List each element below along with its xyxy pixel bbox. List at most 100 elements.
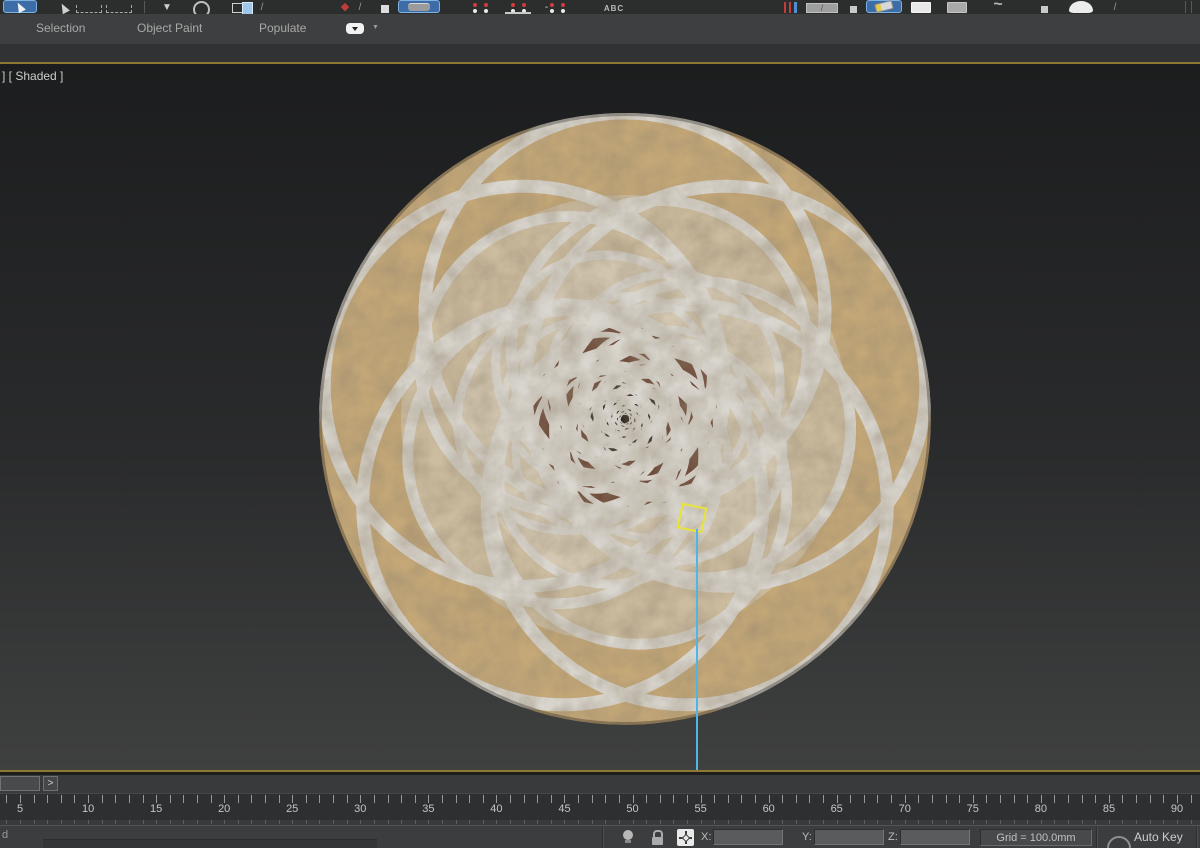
flyout-slash-b-icon[interactable]: /: [356, 0, 364, 14]
ribbon-minimize-button[interactable]: [346, 23, 364, 34]
tab-selection[interactable]: Selection: [36, 21, 85, 35]
ruler-tick: [632, 795, 634, 803]
named-selection-sets-icon[interactable]: ABC: [598, 0, 630, 14]
ruler-tick: [60, 795, 62, 803]
listener-prompt-button[interactable]: >: [43, 776, 58, 791]
ruler-tick: [809, 795, 811, 803]
ruler-tick: [265, 795, 266, 803]
selection-marker: [676, 502, 708, 534]
ruler-lower-tick: [755, 820, 756, 824]
auto-key-button[interactable]: Auto Key: [1134, 830, 1183, 844]
ruler-lower-tick: [945, 820, 947, 824]
main-toolbar: ▼ / ◆ / - ABC / ~ /: [0, 0, 1200, 14]
ruler-lower-tick: [741, 820, 743, 824]
ruler-tick: [33, 795, 35, 803]
ruler-tick: [169, 795, 171, 803]
ruler-tick: [523, 795, 525, 803]
ruler-lower-tick: [1027, 820, 1029, 824]
ruler-lower-tick: [156, 820, 158, 824]
ruler-tick: [537, 795, 539, 803]
ruler-tick: [1190, 795, 1192, 803]
selection-lock-icon[interactable]: [652, 830, 664, 845]
ruler-lower-tick: [877, 820, 879, 824]
percent-snap-toggle-icon[interactable]: -: [538, 0, 572, 14]
absolute-transform-icon[interactable]: [677, 829, 694, 846]
chevron-down-icon[interactable]: ▼: [372, 24, 379, 31]
grid-size-display: Grid = 100.0mm: [980, 829, 1092, 846]
time-ruler[interactable]: 5 10 15 20 25 30 35 40 45 50 55 60 65 70 75 80 85 90: [0, 793, 1200, 820]
status-bar: d X: Y: Z: Grid = 100.0mm Auto Key: [0, 825, 1200, 848]
ruler-lower-tick: [1176, 820, 1178, 824]
mirror-icon[interactable]: [778, 0, 802, 14]
rotate-circle-icon[interactable]: [190, 0, 212, 14]
ruler-lower-tick: [60, 820, 62, 824]
ruler-lower-tick: [999, 820, 1001, 824]
ruler-label: 35: [422, 803, 435, 815]
viewport[interactable]: ] [ Shaded ]: [0, 64, 1200, 770]
select-cursor-icon[interactable]: [56, 0, 72, 14]
ruler-lower-tick: [1054, 820, 1056, 824]
medallion-pattern: [319, 113, 931, 725]
snap-marker-icon[interactable]: ◆: [338, 0, 352, 14]
x-field[interactable]: [713, 829, 783, 845]
floor-medallion[interactable]: [319, 113, 931, 725]
ruler-lower-tick: [1095, 820, 1097, 824]
ruler-lower-tick: [714, 820, 716, 824]
align-icon[interactable]: /: [806, 0, 838, 14]
small-box-2-icon[interactable]: [1036, 0, 1052, 14]
ruler-lower-tick: [292, 820, 294, 824]
ruler-lower-tick: [959, 820, 961, 824]
selection-region-b-icon[interactable]: [106, 0, 132, 14]
selection-region-a-icon[interactable]: [76, 0, 102, 14]
ruler-lower-tick: [74, 820, 76, 824]
curve-editor-icon[interactable]: ~: [980, 0, 1016, 14]
active-tool-icon[interactable]: [866, 0, 902, 14]
mini-listener-field[interactable]: [0, 776, 40, 791]
ruler-tick: [469, 795, 471, 803]
ruler-lower-tick: [251, 820, 253, 824]
active-toggle-icon[interactable]: [398, 0, 440, 14]
ruler-lower-tick: [972, 820, 974, 824]
ruler-tick: [20, 795, 21, 803]
window-crossing-icon[interactable]: [224, 0, 254, 14]
y-field[interactable]: [814, 829, 884, 845]
small-square-icon[interactable]: [380, 0, 389, 14]
ruler-label: 30: [354, 803, 367, 815]
ruler-lower-tick: [768, 820, 770, 824]
toolbar-window-icon[interactable]: [942, 0, 972, 14]
ruler-tick: [795, 795, 797, 803]
flyout-slash-a-icon[interactable]: /: [258, 0, 266, 14]
tab-object-paint[interactable]: Object Paint: [137, 21, 202, 35]
down-arrow-icon[interactable]: ▼: [158, 0, 176, 14]
snaps-toggle-icon[interactable]: [464, 0, 496, 14]
tab-populate[interactable]: Populate: [259, 21, 306, 35]
render-button-icon[interactable]: [1064, 0, 1098, 14]
ruler-tick: [768, 795, 770, 803]
ruler-tick: [1040, 795, 1042, 803]
light-bulb-icon[interactable]: [623, 830, 633, 844]
select-object-icon[interactable]: [2, 0, 38, 14]
ruler-tick: [918, 795, 920, 803]
ruler-tick: [428, 795, 430, 803]
ruler-lower-tick: [387, 820, 389, 824]
ruler-tick: [305, 795, 307, 803]
ruler-label: 70: [898, 803, 911, 815]
set-key-circle-icon[interactable]: [1107, 836, 1131, 848]
small-box-icon[interactable]: [846, 0, 860, 14]
ruler-lower-tick: [904, 820, 906, 824]
ruler-tick: [482, 795, 484, 803]
flyout-slash-c-icon[interactable]: /: [1106, 0, 1124, 14]
ruler-lower-tick: [401, 820, 403, 824]
ruler-lower-tick: [782, 820, 784, 824]
ruler-tick: [88, 795, 90, 803]
ruler-lower-tick: [1149, 820, 1151, 824]
ruler-lower-tick: [414, 820, 416, 824]
ruler-lower-tick: [836, 820, 838, 824]
z-field[interactable]: [900, 829, 970, 845]
ruler-tick: [891, 795, 893, 803]
angle-snap-toggle-icon[interactable]: [502, 0, 534, 14]
viewport-label[interactable]: ] [ Shaded ]: [2, 69, 63, 83]
ruler-tick: [605, 795, 607, 803]
layer-window-icon[interactable]: [906, 0, 936, 14]
ruler-label: 20: [218, 803, 231, 815]
